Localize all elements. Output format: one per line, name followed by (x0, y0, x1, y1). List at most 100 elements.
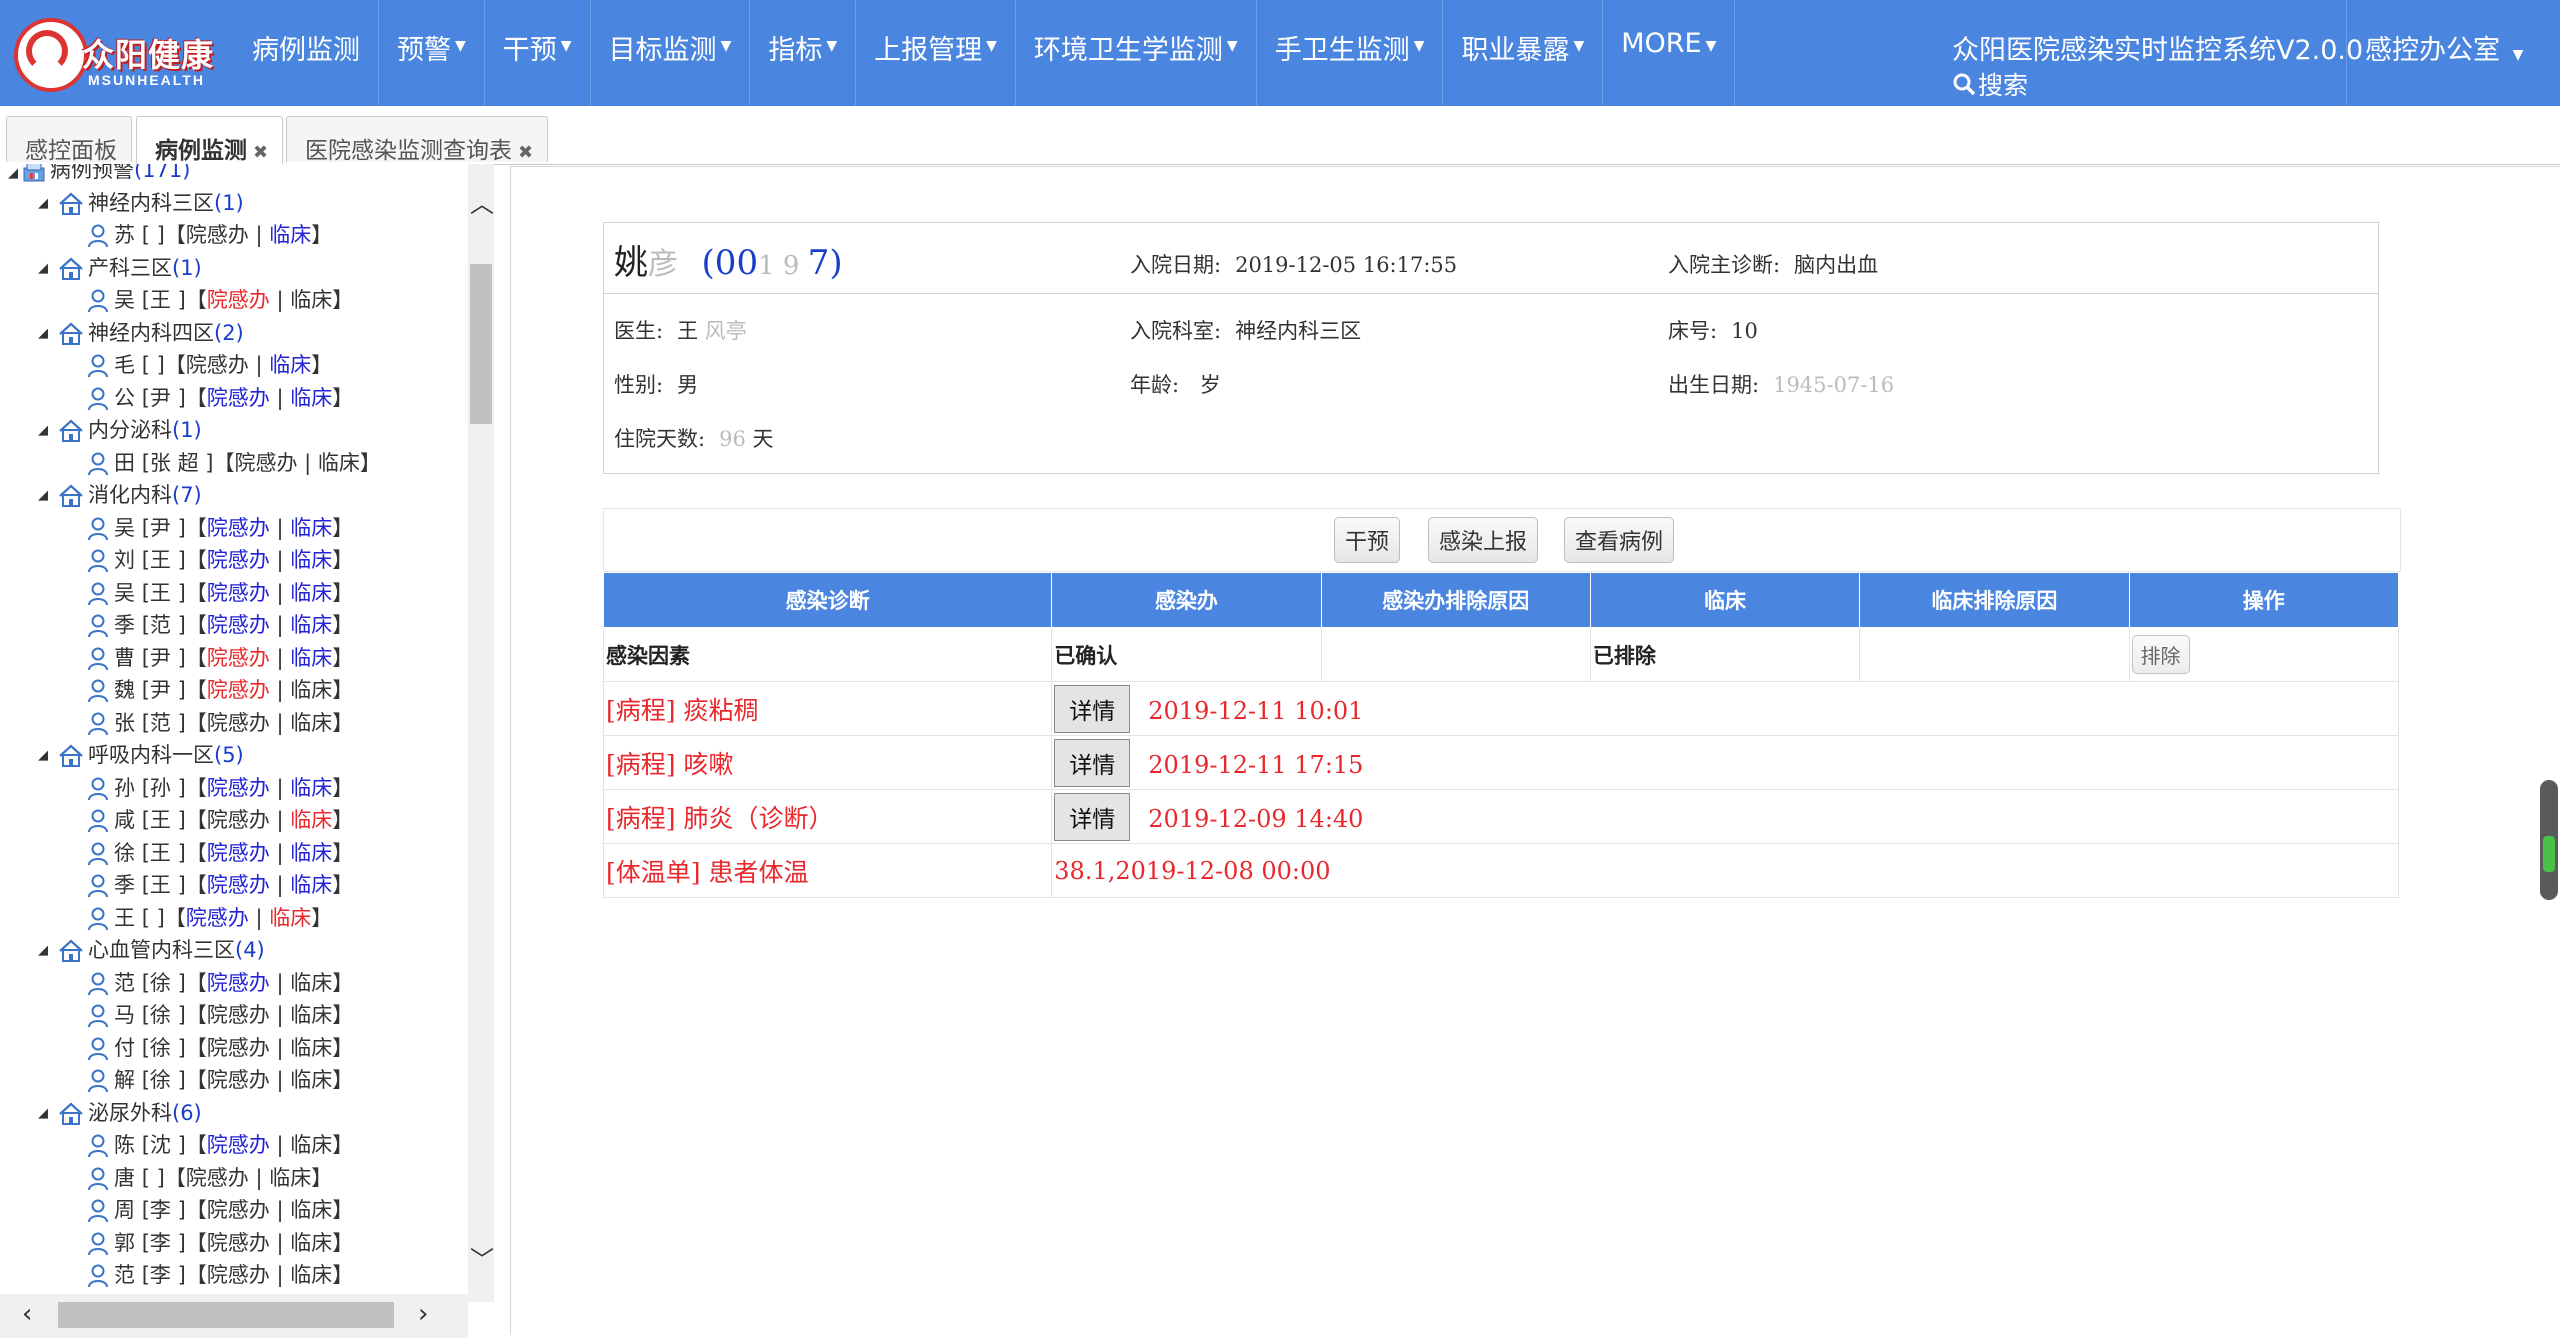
tree-root[interactable]: ◢ 病例预警(171) (0, 164, 470, 187)
flag-clinic[interactable]: 临床 (290, 646, 332, 670)
scroll-thumb[interactable] (470, 264, 492, 424)
tree-patient[interactable]: 解 [徐 ]【院感办 | 临床】 (0, 1064, 470, 1097)
tree-dept[interactable]: ◢ 心血管内科三区(4) (0, 934, 470, 967)
flag-office[interactable]: 院感办 (207, 1133, 270, 1157)
flag-clinic[interactable]: 临床 (290, 1133, 332, 1157)
tab-1[interactable]: 病例监测 ✖ (136, 116, 284, 164)
flag-clinic[interactable]: 临床 (290, 808, 332, 832)
collapse-toggle-icon[interactable]: ◢ (38, 318, 48, 350)
report-infection-button[interactable]: 感染上报 (1428, 517, 1539, 563)
tree-patient[interactable]: 范 [徐 ]【院感办 | 临床】 (0, 967, 470, 1000)
tree-dept[interactable]: ◢ 内分泌科(1) (0, 414, 470, 447)
close-tab-icon[interactable]: ✖ (518, 142, 533, 163)
menu-item-3[interactable]: 目标监测 ▼ (591, 0, 751, 106)
flag-office[interactable]: 院感办 (207, 288, 270, 312)
menu-item-1[interactable]: 预警 ▼ (379, 0, 485, 106)
tree-patient[interactable]: 咸 [王 ]【院感办 | 临床】 (0, 804, 470, 837)
flag-clinic[interactable]: 临床 (290, 548, 332, 572)
flag-clinic[interactable]: 临床 (290, 1036, 332, 1060)
menu-item-0[interactable]: 病例监测 (234, 0, 379, 106)
tree-patient[interactable]: 张 [范 ]【院感办 | 临床】 (0, 707, 470, 740)
collapse-toggle-icon[interactable]: ◢ (38, 188, 48, 220)
flag-clinic[interactable]: 临床 (290, 581, 332, 605)
page-scrollbar[interactable] (2540, 780, 2558, 900)
flag-clinic[interactable]: 临床 (290, 1231, 332, 1255)
flag-clinic[interactable]: 临床 (290, 776, 332, 800)
exclude-button[interactable]: 排除 (2131, 635, 2190, 674)
flag-clinic[interactable]: 临床 (290, 516, 332, 540)
search-link[interactable]: 搜索 (1952, 66, 2028, 102)
flag-office[interactable]: 院感办 (207, 386, 270, 410)
intervene-button[interactable]: 干预 (1334, 517, 1401, 563)
scroll-right-icon[interactable]: › (418, 1299, 428, 1329)
tree-dept[interactable]: ◢ 泌尿外科(6) (0, 1097, 470, 1130)
collapse-toggle-icon[interactable]: ◢ (8, 166, 18, 181)
flag-office[interactable]: 院感办 (207, 808, 270, 832)
flag-clinic[interactable]: 临床 (290, 873, 332, 897)
tree-patient[interactable]: 季 [王 ]【院感办 | 临床】 (0, 869, 470, 902)
scroll-thumb-horizontal[interactable] (58, 1302, 394, 1328)
user-dept-menu[interactable]: 感控办公室 ▼ (2346, 0, 2541, 106)
tree-patient[interactable]: 郭 [李 ]【院感办 | 临床】 (0, 1227, 470, 1260)
flag-office[interactable]: 院感办 (207, 646, 270, 670)
close-tab-icon[interactable]: ✖ (253, 142, 268, 163)
collapse-toggle-icon[interactable]: ◢ (38, 415, 48, 447)
flag-office[interactable]: 院感办 (207, 678, 270, 702)
flag-clinic[interactable]: 临床 (290, 1198, 332, 1222)
flag-clinic[interactable]: 临床 (269, 1166, 311, 1190)
collapse-toggle-icon[interactable]: ◢ (38, 935, 48, 967)
flag-office[interactable]: 院感办 (207, 1198, 270, 1222)
flag-clinic[interactable]: 临床 (269, 906, 311, 930)
flag-clinic[interactable]: 临床 (269, 353, 311, 377)
tree-horizontal-scrollbar[interactable]: ‹ › (0, 1294, 468, 1338)
flag-clinic[interactable]: 临床 (269, 223, 311, 247)
tree-dept[interactable]: ◢ 消化内科(7) (0, 479, 470, 512)
detail-button[interactable]: 详情 (1054, 792, 1131, 841)
detail-button[interactable]: 详情 (1054, 738, 1131, 787)
collapse-toggle-icon[interactable]: ◢ (38, 1098, 48, 1130)
tree-patient[interactable]: 曹 [尹 ]【院感办 | 临床】 (0, 642, 470, 675)
tree-patient[interactable]: 吴 [王 ]【院感办 | 临床】 (0, 284, 470, 317)
scroll-grip[interactable] (2543, 836, 2555, 872)
collapse-toggle-icon[interactable]: ◢ (38, 480, 48, 512)
tree-patient[interactable]: 徐 [王 ]【院感办 | 临床】 (0, 837, 470, 870)
menu-item-7[interactable]: 手卫生监测 ▼ (1257, 0, 1444, 106)
flag-clinic[interactable]: 临床 (290, 1068, 332, 1092)
flag-clinic[interactable]: 临床 (290, 386, 332, 410)
tree-patient[interactable]: 周 [李 ]【院感办 | 临床】 (0, 1194, 470, 1227)
scroll-down-icon[interactable]: ﹀ (470, 1240, 494, 1275)
tree-patient[interactable]: 吴 [王 ]【院感办 | 临床】 (0, 577, 470, 610)
tree-patient[interactable]: 马 [徐 ]【院感办 | 临床】 (0, 999, 470, 1032)
flag-clinic[interactable]: 临床 (290, 288, 332, 312)
flag-office[interactable]: 院感办 (207, 971, 270, 995)
flag-office[interactable]: 院感办 (207, 776, 270, 800)
flag-office[interactable]: 院感办 (207, 1263, 270, 1287)
tree-patient[interactable]: 范 [李 ]【院感办 | 临床】 (0, 1259, 470, 1292)
tree-patient[interactable]: 田 [张 超 ]【院感办 | 临床】 (0, 447, 470, 480)
tab-2[interactable]: 医院感染监测查询表 ✖ (286, 116, 549, 164)
flag-office[interactable]: 院感办 (207, 516, 270, 540)
flag-office[interactable]: 院感办 (207, 548, 270, 572)
view-case-button[interactable]: 查看病例 (1564, 517, 1675, 563)
menu-item-9[interactable]: MORE ▼ (1603, 0, 1736, 106)
flag-office[interactable]: 院感办 (207, 1036, 270, 1060)
flag-clinic[interactable]: 临床 (290, 841, 332, 865)
flag-office[interactable]: 院感办 (207, 873, 270, 897)
tree-dept[interactable]: ◢ 神经内科三区(1) (0, 187, 470, 220)
menu-item-4[interactable]: 指标 ▼ (750, 0, 857, 106)
flag-office[interactable]: 院感办 (234, 451, 297, 475)
flag-office[interactable]: 院感办 (186, 353, 249, 377)
flag-office[interactable]: 院感办 (207, 581, 270, 605)
tree-patient[interactable]: 毛 [ ]【院感办 | 临床】 (0, 349, 470, 382)
tab-0[interactable]: 感控面板 (6, 116, 132, 164)
tree-vertical-scrollbar[interactable]: ︿ ﹀ (468, 164, 494, 1302)
flag-clinic[interactable]: 临床 (290, 711, 332, 735)
flag-clinic[interactable]: 临床 (290, 1263, 332, 1287)
tree-patient[interactable]: 刘 [王 ]【院感办 | 临床】 (0, 544, 470, 577)
flag-office[interactable]: 院感办 (186, 223, 249, 247)
tree-dept[interactable]: ◢ 神经内科四区(2) (0, 317, 470, 350)
scroll-left-icon[interactable]: ‹ (22, 1299, 32, 1329)
menu-item-5[interactable]: 上报管理 ▼ (856, 0, 1016, 106)
tree-patient[interactable]: 吴 [尹 ]【院感办 | 临床】 (0, 512, 470, 545)
flag-clinic[interactable]: 临床 (290, 1003, 332, 1027)
